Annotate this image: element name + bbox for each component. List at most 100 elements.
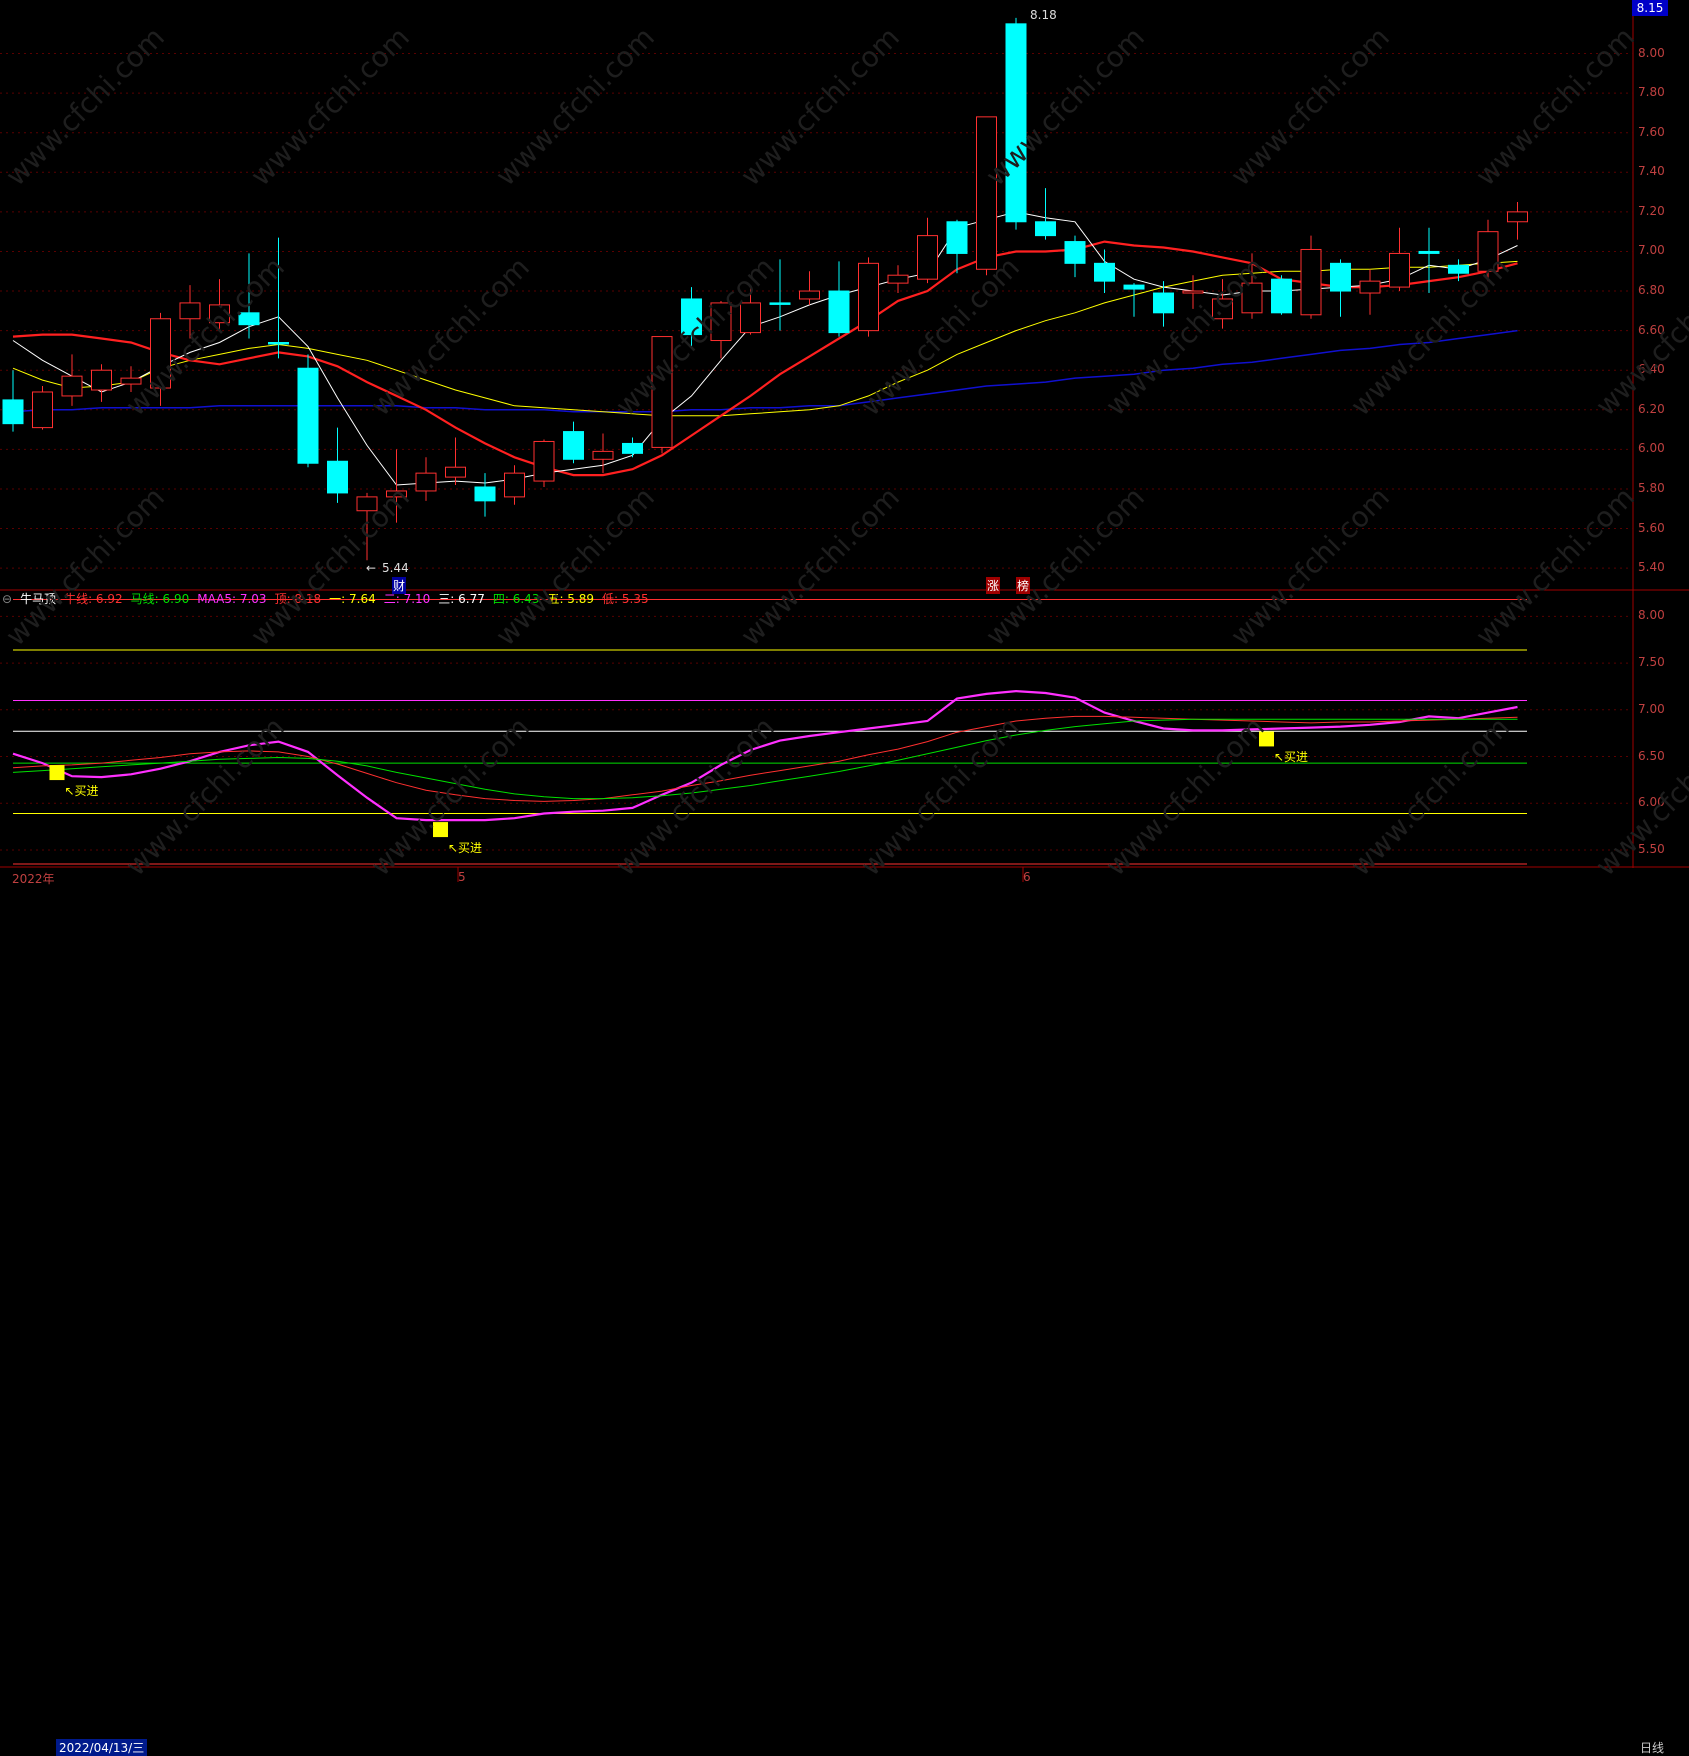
- marker-bang: 榜: [1016, 577, 1031, 594]
- candle: [1182, 275, 1204, 309]
- candle: [474, 473, 496, 517]
- indicator-toggle-icon[interactable]: ⊖: [2, 592, 12, 606]
- candle-body: [2, 399, 24, 425]
- candle: [1123, 283, 1145, 317]
- candle: [445, 437, 466, 486]
- candle: [1389, 227, 1410, 292]
- candle-body: [533, 440, 555, 482]
- candle: [976, 116, 997, 276]
- candle-body: [828, 290, 850, 334]
- candle-body: [386, 490, 407, 498]
- price-tick-label: 7.80: [1638, 85, 1665, 100]
- candle: [1271, 275, 1292, 315]
- candle: [887, 265, 909, 294]
- indicator-legend-item: 马线: 6.90: [130, 592, 190, 606]
- buy-signal-label: ↖买进: [64, 784, 99, 799]
- year-label: 2022年: [12, 872, 55, 886]
- candle: [1418, 227, 1440, 294]
- buy-signal-label: ↖买进: [1274, 750, 1309, 765]
- candle: [1064, 235, 1086, 278]
- indicator-legend-item: 顶: 8.18: [274, 592, 322, 606]
- candle: [2, 370, 24, 432]
- candle-body: [710, 302, 732, 342]
- period-button[interactable]: 日线: [1640, 1739, 1664, 1756]
- candle-body: [917, 235, 938, 280]
- current-price-tag: 8.15: [1632, 0, 1668, 16]
- candle: [150, 312, 171, 406]
- date-label: 2022/04/13/三: [56, 1739, 148, 1756]
- candle-body: [563, 431, 584, 460]
- candle-body: [1271, 278, 1292, 314]
- indicator-legend-item: 五: 5.89: [547, 592, 595, 606]
- candle: [1241, 253, 1263, 319]
- candle-body: [327, 460, 348, 494]
- candle-body: [887, 274, 909, 284]
- candle: [622, 437, 643, 458]
- candle: [91, 364, 112, 402]
- candle: [61, 354, 83, 406]
- candle: [1300, 235, 1322, 319]
- price-tick-label: 6.80: [1638, 283, 1665, 298]
- candle-body: [1477, 231, 1499, 272]
- buy-signal-label: ↖买进: [448, 841, 483, 856]
- price-tick-label: 6.60: [1638, 322, 1665, 337]
- candle-body: [740, 302, 761, 334]
- candle-body: [1389, 252, 1410, 288]
- indicator-legend-item: 低: 5.35: [602, 592, 649, 606]
- candle: [415, 457, 437, 501]
- candle: [1359, 269, 1381, 315]
- high-price-label: 8.18: [1030, 8, 1057, 22]
- indicator-name[interactable]: 牛马顶: [20, 592, 56, 606]
- month-6-label: 6: [1023, 870, 1031, 884]
- indicator-tick-label: 6.00: [1638, 795, 1665, 810]
- candle: [386, 449, 407, 523]
- indicator-tick-label: 8.00: [1638, 608, 1665, 623]
- price-tick-label: 6.20: [1638, 401, 1665, 416]
- candle: [710, 300, 732, 359]
- candle-body: [150, 318, 171, 389]
- marker-zhang: 涨: [986, 577, 1001, 594]
- candle: [563, 421, 584, 464]
- candle-body: [622, 442, 643, 454]
- candle-body: [1212, 298, 1233, 320]
- candle-body: [769, 302, 791, 305]
- indicator-tick-label: 6.50: [1638, 748, 1665, 763]
- candle: [504, 465, 525, 505]
- candle-body: [32, 391, 53, 429]
- candle-body: [1359, 280, 1381, 294]
- candle: [268, 237, 289, 359]
- candle: [799, 271, 820, 305]
- candle: [592, 433, 614, 474]
- indicator-legend-item: 三: 6.77: [438, 592, 485, 606]
- price-tick-label: 5.80: [1638, 480, 1665, 495]
- price-tick-label: 7.20: [1638, 203, 1665, 218]
- candle-body: [415, 472, 437, 492]
- ma-red-line: [12, 240, 1518, 477]
- candle: [1212, 279, 1233, 329]
- candle-body: [1330, 262, 1351, 292]
- indicator-legend-item: 四: 6.43: [492, 592, 540, 606]
- candle-body: [1241, 282, 1263, 314]
- low-price-label: 5.44: [382, 561, 409, 575]
- ma-white-line: [12, 211, 1518, 486]
- buy-signal-marker: [49, 765, 65, 781]
- candle-body: [238, 312, 260, 326]
- candle-body: [1300, 248, 1322, 316]
- indicator-tick-label: 7.50: [1638, 655, 1665, 670]
- candle-body: [858, 262, 879, 332]
- price-tick-label: 6.40: [1638, 362, 1665, 377]
- indicator-tick-label: 5.50: [1638, 841, 1665, 856]
- candle: [858, 257, 879, 337]
- price-tick-label: 6.00: [1638, 441, 1665, 456]
- candle: [769, 259, 791, 331]
- indicator-legend-item: 一: 7.64: [329, 592, 376, 606]
- footer-bar: 2022年 2022/04/13/三 5 6 日线: [0, 869, 1689, 1756]
- candle: [917, 217, 938, 284]
- candle-body: [1005, 23, 1027, 223]
- candle: [1094, 249, 1115, 294]
- candle: [740, 285, 761, 335]
- price-tick-label: 8.00: [1638, 45, 1665, 60]
- candle: [1330, 259, 1351, 317]
- candle: [209, 279, 230, 331]
- indicator-legend-item: 牛线: 6.92: [64, 592, 123, 606]
